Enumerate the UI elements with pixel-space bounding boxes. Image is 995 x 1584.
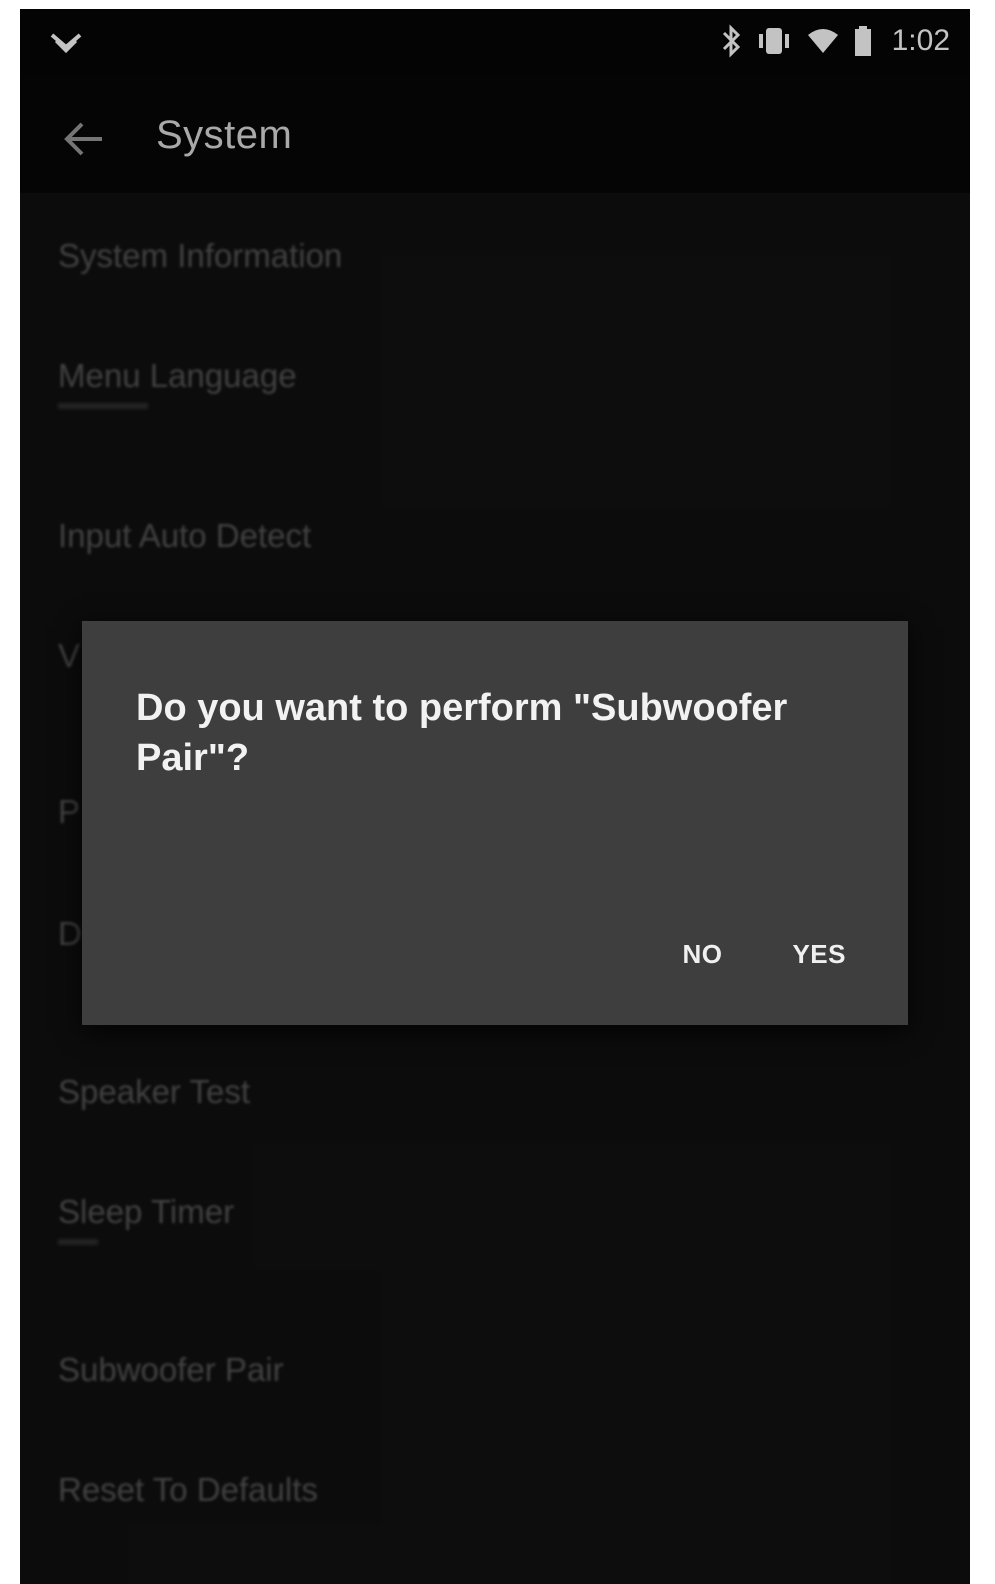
no-button[interactable]: NO: [682, 939, 722, 970]
phone-screen: 1:02 System System Information Menu Lang…: [20, 9, 970, 1584]
dialog-actions: NO YES: [682, 939, 846, 970]
confirm-dialog: Do you want to perform "Subwoofer Pair"?…: [82, 621, 908, 1025]
dialog-message: Do you want to perform "Subwoofer Pair"?: [136, 687, 788, 779]
yes-button[interactable]: YES: [792, 939, 846, 970]
